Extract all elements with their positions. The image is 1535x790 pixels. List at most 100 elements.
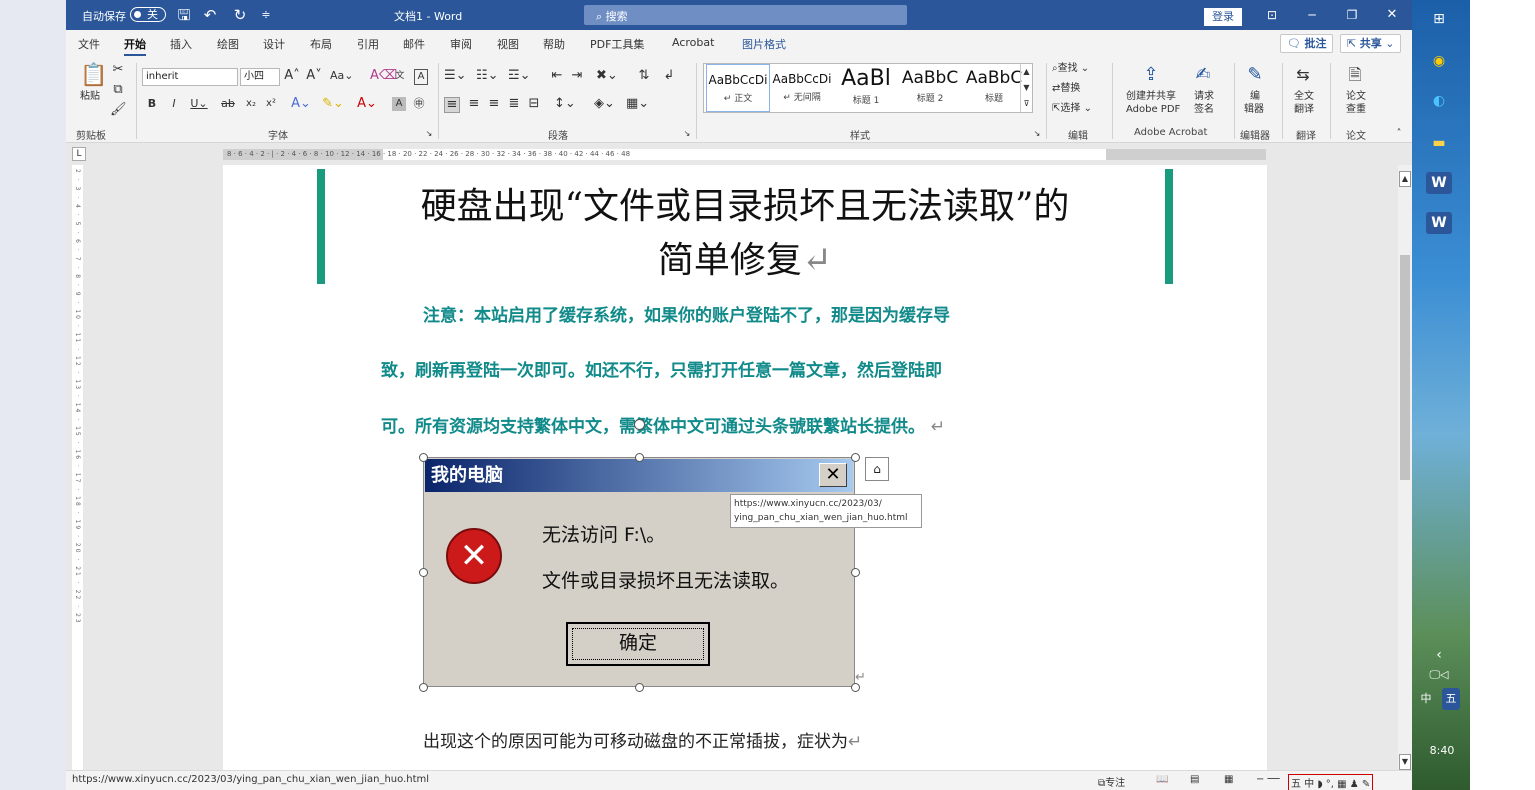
style-normal[interactable]: AaBbCcDi ↵ 正文	[706, 64, 770, 112]
zoom-slider[interactable]: − ──	[1256, 774, 1280, 785]
tab-file[interactable]: 文件	[78, 36, 100, 52]
text-effects-icon[interactable]: A⌄	[290, 97, 312, 111]
paragraph-dialog-launcher-icon[interactable]: ↘	[682, 127, 692, 141]
restore-icon[interactable]: ❐	[1342, 5, 1362, 25]
tab-mailings[interactable]: 邮件	[403, 36, 425, 52]
tab-design[interactable]: 设计	[263, 36, 285, 52]
shrink-font-icon[interactable]: A˅	[306, 69, 322, 83]
font-color-icon[interactable]: A⌄	[356, 97, 378, 111]
web-layout-icon[interactable]: ▦	[1224, 774, 1233, 785]
line-spacing-icon[interactable]: ↕⌄	[554, 97, 576, 111]
bold-icon[interactable]: B	[146, 97, 158, 111]
superscript-icon[interactable]: x²	[264, 97, 278, 111]
tab-layout[interactable]: 布局	[310, 36, 332, 52]
subscript-icon[interactable]: x₂	[244, 97, 258, 111]
tab-review[interactable]: 审阅	[450, 36, 472, 52]
decrease-indent-icon[interactable]: ⇤	[550, 69, 564, 83]
translate-label-2[interactable]: 翻译	[1294, 104, 1314, 116]
resize-handle[interactable]	[635, 683, 644, 692]
italic-icon[interactable]: I	[168, 97, 180, 111]
tab-view[interactable]: 视图	[497, 36, 519, 52]
folder-icon[interactable]: ▬	[1426, 132, 1452, 154]
translate-label-1[interactable]: 全文	[1294, 91, 1314, 103]
editor-label-1[interactable]: 编	[1250, 91, 1260, 103]
tab-help[interactable]: 帮助	[543, 36, 565, 52]
resize-handle[interactable]	[635, 453, 644, 462]
scroll-thumb[interactable]	[1400, 255, 1410, 480]
tab-acrobat[interactable]: Acrobat	[672, 36, 714, 49]
resize-handle[interactable]	[419, 683, 428, 692]
char-border-icon[interactable]: A	[414, 69, 428, 85]
paste-icon[interactable]: 📋	[80, 63, 107, 89]
tab-home[interactable]: 开始	[124, 36, 146, 56]
ime-toolbar[interactable]: 五 中 ◗ °, ▦ ♟ ✎	[1288, 774, 1374, 790]
ime-wubi[interactable]: 五	[1442, 688, 1460, 710]
translate-icon[interactable]: ⇆	[1292, 63, 1314, 87]
request-label[interactable]: 请求	[1194, 91, 1214, 103]
show-marks-icon[interactable]: ↲	[662, 69, 676, 83]
style-heading-2[interactable]: AaBbC 标题 2	[898, 64, 962, 112]
font-size-dropdown[interactable]: 小四	[240, 68, 280, 86]
char-shading-icon[interactable]: A	[392, 97, 406, 111]
comments-button[interactable]: 🗨 批注	[1280, 34, 1334, 53]
align-right-icon[interactable]: ≡	[486, 97, 502, 111]
tab-references[interactable]: 引用	[357, 36, 379, 52]
vertical-scrollbar[interactable]: ▲ ▼	[1398, 165, 1412, 770]
align-left-icon[interactable]: ≡	[444, 97, 460, 113]
tab-picture-format[interactable]: 图片格式	[742, 36, 786, 52]
replace-button[interactable]: ⇄替换	[1052, 83, 1080, 95]
resize-handle[interactable]	[419, 568, 428, 577]
style-no-spacing[interactable]: AaBbCcDi ↵ 无间隔	[770, 64, 834, 112]
paper-label-2[interactable]: 查重	[1346, 104, 1366, 116]
change-case-icon[interactable]: Aa⌄	[330, 69, 353, 83]
select-button[interactable]: ⇱选择 ⌄	[1052, 103, 1092, 115]
justify-icon[interactable]: ≣	[506, 97, 522, 111]
paste-label[interactable]: 粘贴	[80, 91, 100, 103]
scroll-down-icon[interactable]: ▼	[1399, 754, 1411, 770]
phonetic-guide-icon[interactable]: 文	[392, 69, 408, 83]
edge-icon[interactable]: ◐	[1426, 90, 1452, 112]
editor-icon[interactable]: ✎	[1244, 63, 1266, 87]
signin-button[interactable]: 登录	[1204, 8, 1242, 26]
create-pdf-icon[interactable]: ⇪	[1140, 63, 1162, 87]
underline-icon[interactable]: U⌄	[188, 97, 210, 111]
network-volume-icon[interactable]: 🖵◁	[1426, 664, 1452, 686]
tab-pdf-tools[interactable]: PDF工具集	[590, 36, 644, 52]
ime-mode[interactable]: 中	[1416, 688, 1436, 710]
dialog-image[interactable]: 我的电脑 ✕ ✕ 无法访问 F:\。 文件或目录损坏且无法读取。 确定	[423, 457, 855, 687]
shading-icon[interactable]: ◈⌄	[594, 97, 615, 111]
increase-indent-icon[interactable]: ⇥	[570, 69, 584, 83]
cut-icon[interactable]: ✂	[110, 63, 126, 77]
search-box[interactable]: ⌕ 搜索	[584, 5, 907, 25]
read-mode-icon[interactable]: 📖	[1156, 774, 1168, 785]
paper-check-icon[interactable]: 🗎	[1344, 63, 1366, 87]
resize-handle[interactable]	[851, 453, 860, 462]
create-share-label[interactable]: 创建并共享	[1126, 91, 1176, 103]
numbering-icon[interactable]: ☷⌄	[476, 69, 499, 83]
close-icon[interactable]: ✕	[1382, 5, 1402, 25]
enclose-char-icon[interactable]: ㊥	[412, 97, 426, 111]
distributed-icon[interactable]: ⊟	[526, 97, 542, 111]
sign-label[interactable]: 签名	[1194, 104, 1214, 116]
tab-insert[interactable]: 插入	[170, 36, 192, 52]
ruler-scale[interactable]: 8 · 6 · 4 · 2 · | · 2 · 4 · 6 · 8 · 10 ·…	[223, 149, 1266, 160]
format-painter-icon[interactable]: 🖌	[110, 103, 127, 117]
sort-icon[interactable]: ⇅	[636, 69, 652, 83]
customize-icon[interactable]: ≑	[256, 5, 276, 25]
borders-icon[interactable]: ▦⌄	[626, 97, 649, 111]
font-name-dropdown[interactable]: inherit	[142, 68, 238, 86]
chinese-layout-icon[interactable]: ✖⌄	[596, 69, 618, 83]
minimize-icon[interactable]: ─	[1302, 5, 1322, 25]
style-heading-1[interactable]: AaBl 标题 1	[834, 64, 898, 112]
start-icon[interactable]: ⊞	[1426, 8, 1452, 30]
vertical-ruler-scale[interactable]: 2 · 3 · 4 · 5 · 6 · 7 · 8 · 9 · 10 · 11 …	[72, 165, 83, 770]
grow-font-icon[interactable]: A˄	[284, 69, 300, 83]
undo-icon[interactable]: ↶	[200, 5, 220, 25]
font-dialog-launcher-icon[interactable]: ↘	[424, 127, 434, 141]
style-title[interactable]: AaBbC 标题	[962, 64, 1026, 112]
document-page[interactable]: 硬盘出现“文件或目录损坏且无法读取”的 简单修复↵ 注意：本站启用了缓存系统，如…	[223, 165, 1267, 770]
tab-selector-icon[interactable]: L	[72, 147, 86, 161]
adobe-pdf-label[interactable]: Adobe PDF	[1126, 104, 1180, 116]
focus-mode-button[interactable]: ⧉专注	[1098, 774, 1125, 789]
save-icon[interactable]: 🖫	[174, 5, 194, 25]
